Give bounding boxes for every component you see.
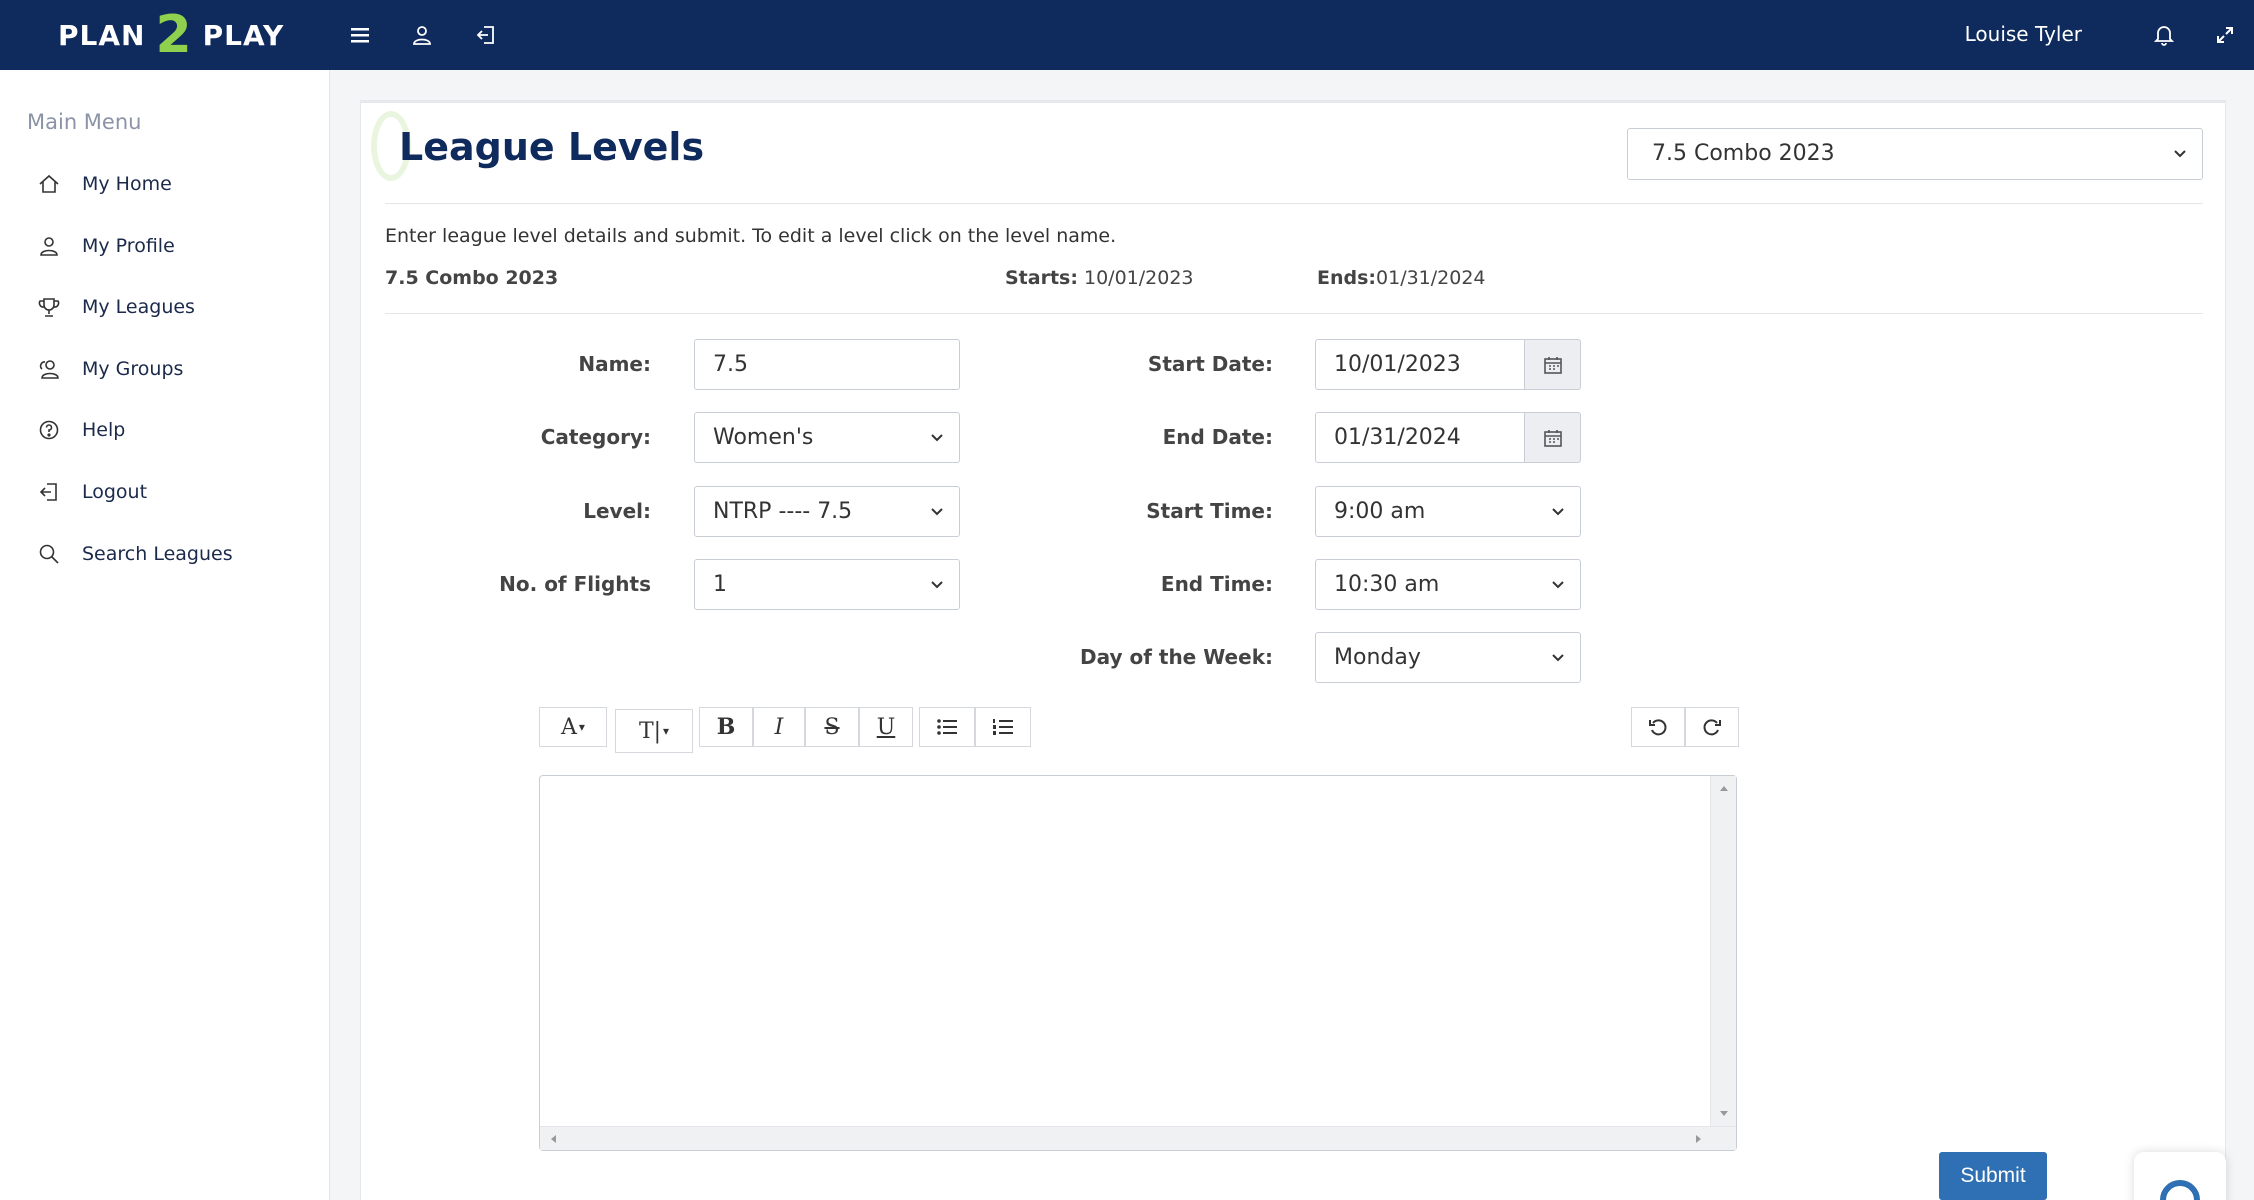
logo-two: 2 xyxy=(155,5,193,65)
redo-icon xyxy=(1703,719,1721,736)
calendar-icon xyxy=(1543,429,1562,447)
category-select[interactable]: Women's xyxy=(694,412,960,463)
bullet-list-icon xyxy=(937,719,957,735)
expand-icon[interactable] xyxy=(2210,20,2240,50)
sidebar-item-search-leagues[interactable]: Search Leagues xyxy=(38,534,233,574)
undo-button[interactable] xyxy=(1631,707,1685,747)
hamburger-icon[interactable] xyxy=(345,20,375,50)
intro-text: Enter league level details and submit. T… xyxy=(385,225,1117,247)
category-label: Category: xyxy=(540,425,651,449)
rich-text-editor[interactable] xyxy=(539,775,1737,1151)
vertical-scrollbar[interactable] xyxy=(1710,776,1736,1126)
scroll-right-icon xyxy=(1696,1135,1701,1143)
sidebar: Main Menu My Home My Profile My Leagues … xyxy=(0,70,330,1200)
league-ends: Ends:01/31/2024 xyxy=(1317,267,1486,289)
sidebar-item-label: Logout xyxy=(82,481,148,503)
flights-label: No. of Flights xyxy=(499,572,651,596)
font-size-button[interactable]: T| ▾ xyxy=(615,709,693,753)
sidebar-item-label: Help xyxy=(82,419,126,441)
chevron-down-icon xyxy=(931,434,943,442)
user-icon[interactable] xyxy=(407,20,437,50)
chevron-down-icon xyxy=(1552,508,1564,516)
support-icon xyxy=(2160,1180,2200,1200)
divider xyxy=(385,203,2203,204)
user-icon xyxy=(40,237,58,256)
level-select[interactable]: NTRP ---- 7.5 xyxy=(694,486,960,537)
end-time-label: End Time: xyxy=(1160,572,1273,596)
start-date-label: Start Date: xyxy=(1147,352,1273,376)
league-starts: Starts: 10/01/2023 xyxy=(1005,267,1194,289)
end-time-select[interactable]: 10:30 am xyxy=(1315,559,1581,610)
logo-plan: PLAN xyxy=(58,18,146,52)
day-of-week-label: Day of the Week: xyxy=(1080,645,1273,669)
underline-button[interactable]: U xyxy=(859,707,913,747)
name-label: Name: xyxy=(578,352,651,376)
italic-button[interactable]: I xyxy=(753,707,805,747)
scroll-left-icon xyxy=(551,1135,556,1143)
chevron-down-icon xyxy=(931,508,943,516)
sidebar-item-label: Search Leagues xyxy=(82,543,233,565)
page-title: League Levels xyxy=(399,125,705,169)
logout-icon xyxy=(39,483,57,501)
sidebar-item-my-profile[interactable]: My Profile xyxy=(38,226,175,266)
sidebar-item-my-home[interactable]: My Home xyxy=(38,164,172,204)
sidebar-item-label: My Profile xyxy=(82,235,175,257)
start-date-input[interactable]: 10/01/2023 xyxy=(1315,339,1525,390)
scroll-down-icon xyxy=(1720,1111,1728,1116)
undo-icon xyxy=(1649,719,1667,736)
sidebar-item-my-leagues[interactable]: My Leagues xyxy=(38,287,195,327)
league-select-value: 7.5 Combo 2023 xyxy=(1652,141,1835,166)
level-label: Level: xyxy=(583,499,651,523)
start-time-label: Start Time: xyxy=(1146,499,1273,523)
name-input[interactable]: 7.5 xyxy=(694,339,960,390)
league-select[interactable]: 7.5 Combo 2023 xyxy=(1627,128,2203,180)
horizontal-scrollbar[interactable] xyxy=(540,1126,1736,1150)
chevron-down-icon xyxy=(1552,581,1564,589)
logo-play: PLAY xyxy=(202,18,285,52)
sidebar-item-label: My Home xyxy=(82,173,172,195)
end-date-input[interactable]: 01/31/2024 xyxy=(1315,412,1525,463)
sidebar-item-help[interactable]: Help xyxy=(38,410,125,450)
sidebar-item-label: My Leagues xyxy=(82,296,195,318)
redo-button[interactable] xyxy=(1685,707,1739,747)
logout-icon[interactable] xyxy=(471,20,501,50)
bell-icon[interactable] xyxy=(2149,20,2179,50)
bullet-list-button[interactable] xyxy=(919,707,975,747)
start-time-select[interactable]: 9:00 am xyxy=(1315,486,1581,537)
sidebar-item-my-groups[interactable]: My Groups xyxy=(38,349,183,389)
app-logo[interactable]: PLAN 2 PLAY xyxy=(58,0,284,70)
sidebar-item-logout[interactable]: Logout xyxy=(38,472,147,512)
trophy-icon xyxy=(38,298,60,317)
scroll-up-icon xyxy=(1720,786,1728,791)
chevron-down-icon xyxy=(2174,150,2186,158)
bold-button[interactable]: B xyxy=(699,707,753,747)
main-panel: League Levels 7.5 Combo 2023 Enter leagu… xyxy=(360,100,2226,1200)
user-name[interactable]: Louise Tyler xyxy=(1965,0,2082,70)
help-icon xyxy=(39,420,59,440)
group-icon xyxy=(39,360,59,379)
start-date-calendar-button[interactable] xyxy=(1525,339,1581,390)
end-date-calendar-button[interactable] xyxy=(1525,412,1581,463)
submit-button[interactable]: Submit xyxy=(1939,1152,2047,1200)
end-date-label: End Date: xyxy=(1162,425,1273,449)
numbered-list-icon xyxy=(993,719,1013,735)
day-of-week-select[interactable]: Monday xyxy=(1315,632,1581,683)
chevron-down-icon xyxy=(931,581,943,589)
chevron-down-icon xyxy=(1552,654,1564,662)
sidebar-title: Main Menu xyxy=(27,110,142,134)
numbered-list-button[interactable] xyxy=(975,707,1031,747)
font-color-button[interactable]: A ▾ xyxy=(539,707,607,747)
divider xyxy=(385,313,2203,314)
strikethrough-button[interactable]: S xyxy=(805,707,859,747)
league-name: 7.5 Combo 2023 xyxy=(385,267,559,289)
search-icon xyxy=(39,544,59,564)
sidebar-item-label: My Groups xyxy=(82,358,184,380)
top-bar: PLAN 2 PLAY Louise Tyler xyxy=(0,0,2254,70)
flights-select[interactable]: 1 xyxy=(694,559,960,610)
home-icon xyxy=(39,174,59,193)
help-widget[interactable] xyxy=(2134,1152,2226,1200)
calendar-icon xyxy=(1543,356,1562,374)
